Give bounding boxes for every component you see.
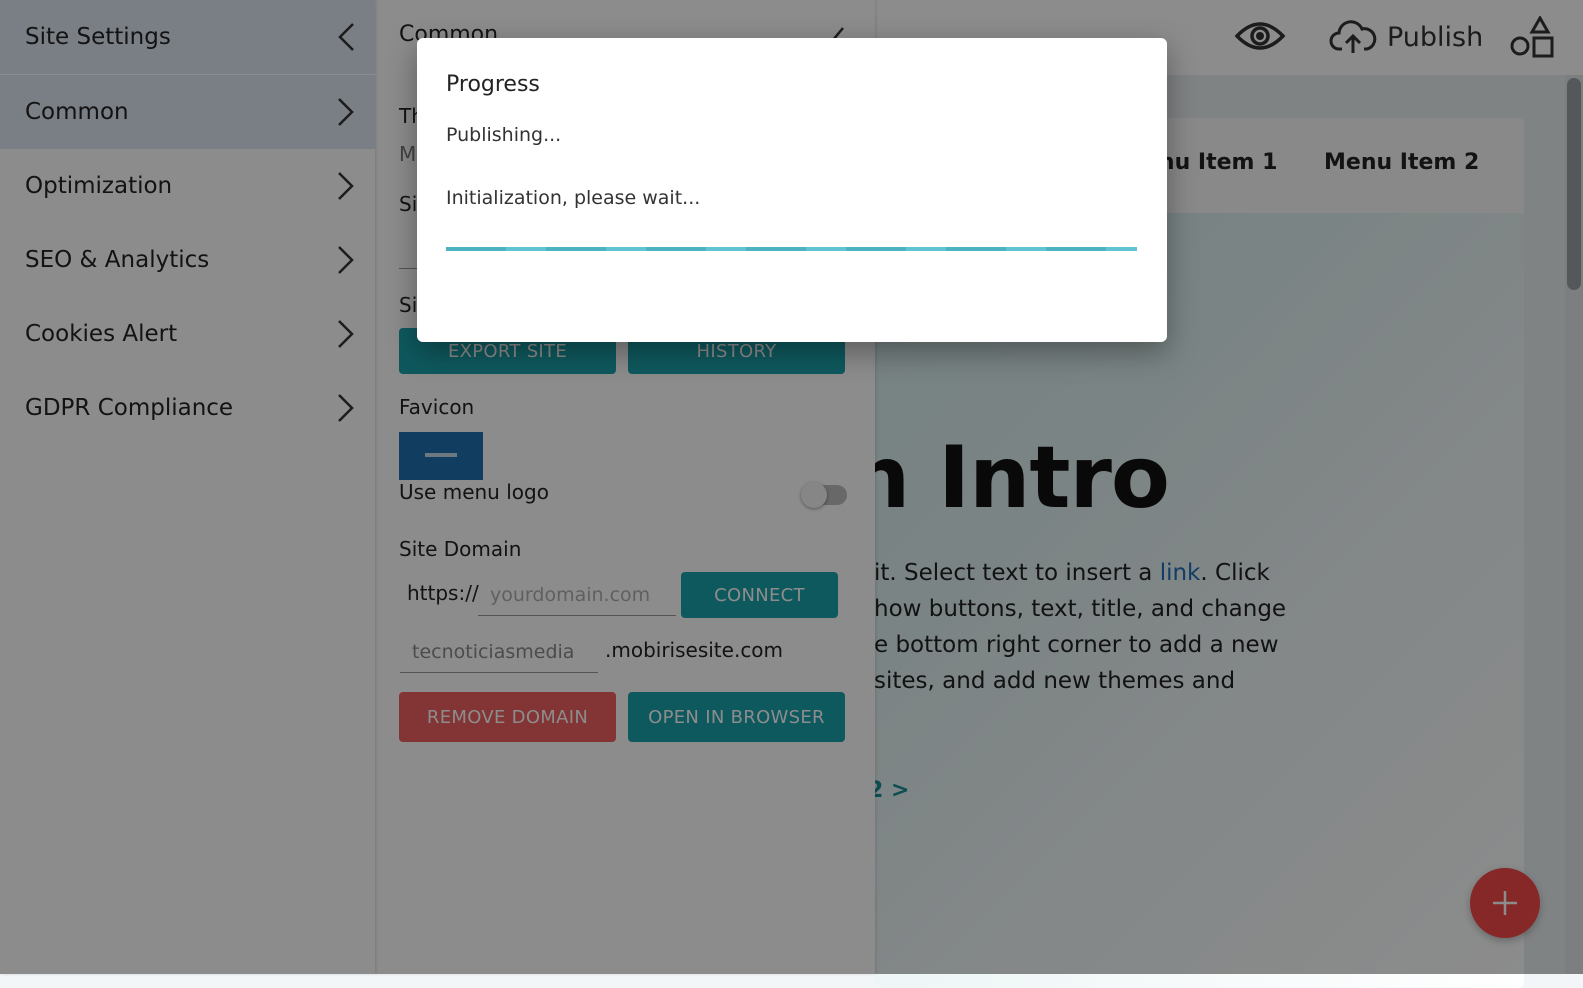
dialog-status: Publishing... xyxy=(446,124,562,146)
progress-bar-fill xyxy=(446,247,1137,251)
progress-bar xyxy=(446,247,1137,251)
dialog-message: Initialization, please wait... xyxy=(446,187,701,209)
progress-dialog: Progress Publishing... Initialization, p… xyxy=(417,38,1167,342)
dialog-title: Progress xyxy=(446,72,540,97)
